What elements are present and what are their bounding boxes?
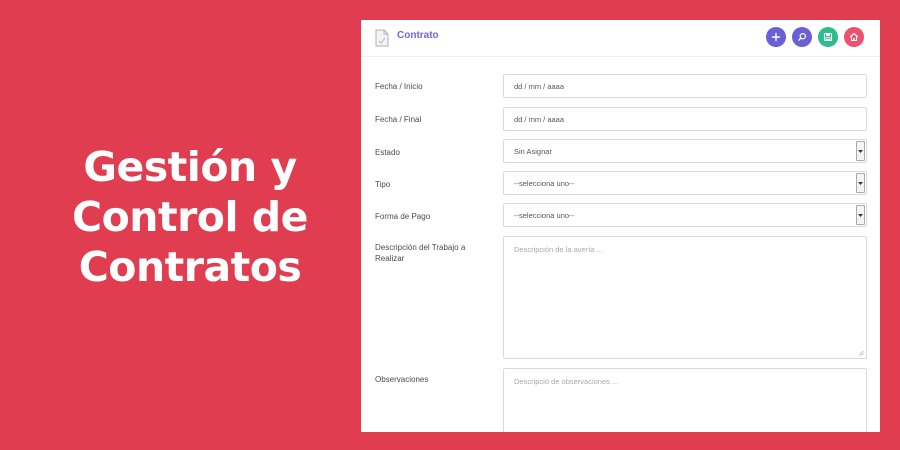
contract-form-panel: Contrato Fecha / Inicio dd / mm / aaaa F… (361, 20, 880, 432)
save-icon (823, 32, 833, 42)
search-button[interactable] (792, 27, 812, 47)
home-button[interactable] (844, 27, 864, 47)
tipo-label: Tipo (375, 180, 391, 189)
fecha-final-value: dd / mm / aaaa (514, 115, 565, 124)
estado-value: Sin Asignar (514, 147, 552, 156)
chevron-down-icon (858, 213, 863, 217)
descripcion-placeholder: Descripción de la avería ... (514, 245, 603, 254)
fecha-final-input[interactable]: dd / mm / aaaa (503, 107, 867, 131)
estado-select[interactable]: Sin Asignar (503, 139, 867, 163)
add-button[interactable] (766, 27, 786, 47)
tipo-dropdown-arrow[interactable] (856, 173, 865, 193)
home-icon (849, 32, 859, 42)
estado-dropdown-arrow[interactable] (856, 141, 865, 161)
forma-pago-dropdown-arrow[interactable] (856, 205, 865, 225)
observaciones-label: Observaciones (375, 375, 429, 384)
chevron-down-icon (858, 149, 863, 153)
tipo-select[interactable]: --selecciona uno-- (503, 171, 867, 195)
forma-pago-select[interactable]: --selecciona uno-- (503, 203, 867, 227)
hero-title-line-3: Contratos (78, 243, 302, 291)
chevron-down-icon (858, 181, 863, 185)
search-icon (798, 32, 807, 41)
hero-title-line-1: Gestión y (83, 143, 297, 191)
document-icon (375, 29, 389, 47)
descripcion-label: Descripción del Trabajo a Realizar (375, 243, 466, 263)
resize-grip-icon[interactable] (858, 350, 864, 356)
forma-pago-value: --selecciona uno-- (514, 211, 575, 220)
fecha-inicio-label: Fecha / Inicio (375, 82, 423, 91)
save-button[interactable] (818, 27, 838, 47)
fecha-inicio-value: dd / mm / aaaa (514, 82, 565, 91)
panel-title: Contrato (397, 30, 439, 41)
plus-icon (771, 32, 781, 42)
forma-pago-label: Forma de Pago (375, 212, 431, 221)
fecha-final-label: Fecha / Final (375, 115, 422, 124)
descripcion-textarea[interactable]: Descripción de la avería ... (503, 236, 867, 359)
observaciones-placeholder: Descripció de observaciones ... (514, 377, 619, 386)
panel-header: Contrato (361, 20, 880, 57)
observaciones-textarea[interactable]: Descripció de observaciones ... (503, 368, 867, 432)
tipo-value: --selecciona uno-- (514, 179, 575, 188)
estado-label: Estado (375, 148, 400, 157)
hero-title: Gestión y Control de Contratos (40, 142, 340, 292)
hero-title-line-2: Control de (72, 193, 308, 241)
fecha-inicio-input[interactable]: dd / mm / aaaa (503, 74, 867, 98)
